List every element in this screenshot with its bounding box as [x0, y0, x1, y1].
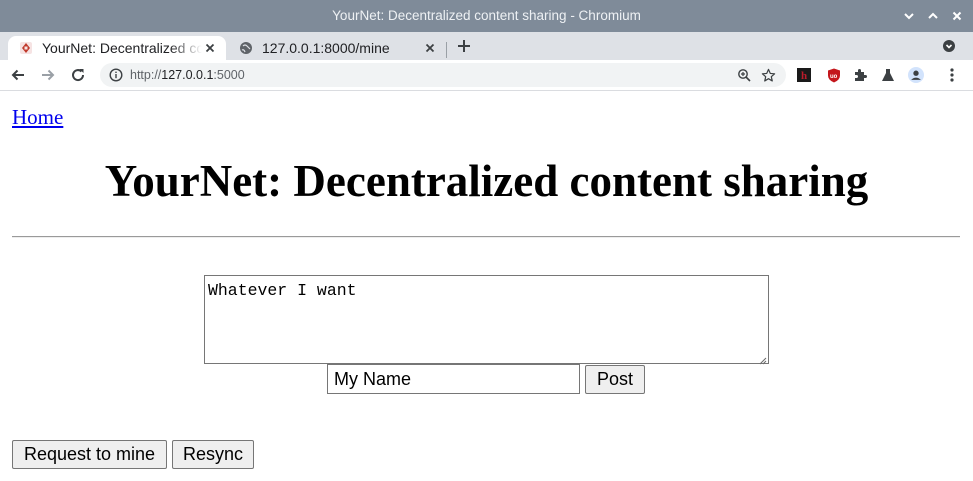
new-tab-icon[interactable]	[454, 36, 474, 56]
profile-icon[interactable]	[908, 67, 924, 83]
close-window-icon[interactable]	[951, 10, 963, 22]
hypothesis-icon[interactable]: h	[796, 67, 812, 83]
maximize-icon[interactable]	[927, 10, 939, 22]
zoom-icon[interactable]	[736, 67, 752, 83]
app-favicon	[18, 40, 34, 56]
page-content: Home YourNet: Decentralized content shar…	[0, 91, 973, 481]
close-tab-icon[interactable]	[202, 40, 218, 56]
bookmark-star-icon[interactable]	[760, 67, 776, 83]
resync-button[interactable]: Resync	[172, 440, 254, 469]
url-text: http://127.0.0.1:5000	[130, 63, 245, 87]
minimize-icon[interactable]	[903, 10, 915, 22]
window-title: YourNet: Decentralized content sharing -…	[332, 8, 641, 23]
svg-text:uo: uo	[830, 74, 838, 80]
menu-icon[interactable]	[944, 67, 960, 83]
tab-title: YourNet: Decentralized content sharing	[42, 40, 202, 56]
resize-grip-icon[interactable]	[757, 352, 767, 365]
globe-icon	[238, 40, 254, 56]
window-controls	[903, 0, 963, 32]
flask-icon[interactable]	[880, 67, 896, 83]
tab-yournet[interactable]: YourNet: Decentralized content sharing	[8, 36, 226, 60]
svg-text:h: h	[801, 70, 807, 82]
close-tab-icon[interactable]	[422, 40, 438, 56]
request-to-mine-button[interactable]: Request to mine	[12, 440, 167, 469]
info-icon[interactable]	[108, 67, 124, 83]
tab-strip: YourNet: Decentralized content sharing 1…	[0, 32, 973, 60]
address-bar[interactable]: http://127.0.0.1:5000	[100, 63, 786, 87]
url-host: 127.0.0.1	[161, 68, 214, 82]
url-port: :5000	[213, 68, 245, 82]
url-scheme: http://	[130, 68, 162, 82]
home-link[interactable]: Home	[12, 105, 63, 130]
forward-arrow-icon[interactable]	[38, 65, 58, 85]
browser-toolbar: http://127.0.0.1:5000 h uo	[0, 60, 973, 91]
ublock-icon[interactable]: uo	[826, 67, 842, 83]
post-button[interactable]: Post	[585, 365, 645, 394]
tab-separator	[446, 42, 447, 58]
window-titlebar: YourNet: Decentralized content sharing -…	[0, 0, 973, 32]
back-arrow-icon[interactable]	[8, 65, 28, 85]
name-input[interactable]	[327, 364, 580, 394]
tab-mine[interactable]: 127.0.0.1:8000/mine	[228, 36, 446, 60]
divider	[12, 236, 960, 238]
tab-title: 127.0.0.1:8000/mine	[262, 40, 390, 56]
reload-icon[interactable]	[68, 65, 88, 85]
post-textarea[interactable]: Whatever I want	[204, 275, 769, 364]
tab-search-icon[interactable]	[941, 38, 957, 54]
page-title: YourNet: Decentralized content sharing	[104, 156, 869, 206]
puzzle-icon[interactable]	[852, 67, 868, 83]
